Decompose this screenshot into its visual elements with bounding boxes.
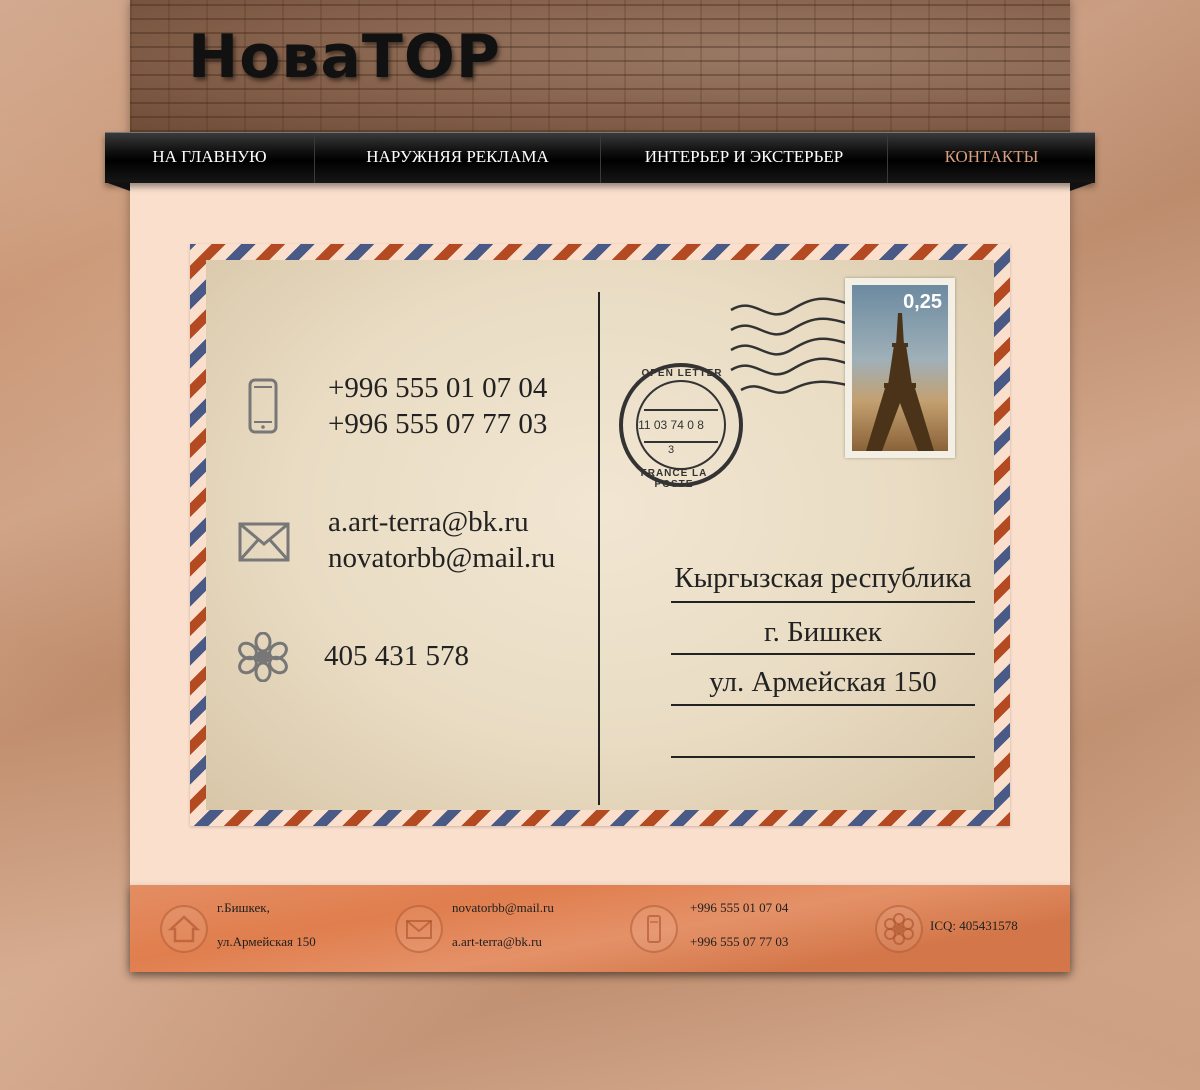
address-city: г. Бишкек bbox=[764, 616, 882, 648]
postmark-bottom-text: FRANCE LA POSTE bbox=[640, 468, 708, 490]
phone-number-2[interactable]: +996 555 07 77 03 bbox=[328, 406, 547, 442]
postmark-top-text: OPEN LETTER bbox=[641, 368, 723, 379]
nav-item-outdoor-ads[interactable]: НАРУЖНЯЯ РЕКЛАМА bbox=[315, 133, 601, 183]
site-logo[interactable]: НоваТОР bbox=[188, 22, 501, 92]
postmark-number: 3 bbox=[667, 444, 675, 456]
icq-number[interactable]: 405 431 578 bbox=[324, 638, 469, 674]
postage-stamp: 0,25 bbox=[845, 278, 955, 458]
footer-icq-icon bbox=[875, 905, 923, 953]
postcard-divider bbox=[598, 292, 600, 805]
footer-email-1[interactable]: novatorbb@mail.ru bbox=[452, 900, 554, 916]
nav-fold-right bbox=[1070, 182, 1095, 191]
footer-address-line1: г.Бишкек, bbox=[217, 900, 270, 915]
nav-item-interior-exterior[interactable]: ИНТЕРЬЕР И ЭКСТЕРЬЕР bbox=[601, 133, 888, 183]
footer: г.Бишкек, ул.Армейская 150 novatorbb@mai… bbox=[130, 885, 1070, 972]
address-line-2 bbox=[671, 653, 975, 655]
postcard: +996 555 01 07 04 +996 555 07 77 03 a.ar… bbox=[190, 244, 1010, 826]
phone-icon bbox=[248, 378, 278, 434]
footer-envelope-icon bbox=[395, 905, 443, 953]
header-banner: НоваТОР bbox=[130, 0, 1070, 132]
footer-home-icon bbox=[160, 905, 208, 953]
postmark-date: 11 03 74 0 8 bbox=[638, 418, 704, 432]
footer-phone-icon bbox=[630, 905, 678, 953]
phone-number-1[interactable]: +996 555 01 07 04 bbox=[328, 370, 547, 406]
address-line-3 bbox=[671, 704, 975, 706]
footer-phone-2[interactable]: +996 555 07 77 03 bbox=[690, 934, 788, 950]
main-nav: НА ГЛАВНУЮ НАРУЖНЯЯ РЕКЛАМА ИНТЕРЬЕР И Э… bbox=[105, 132, 1095, 183]
footer-address-line2: ул.Армейская 150 bbox=[217, 934, 316, 949]
address-line-1 bbox=[671, 601, 975, 603]
icq-flower-icon bbox=[238, 632, 288, 682]
nav-item-contacts[interactable]: КОНТАКТЫ bbox=[888, 133, 1095, 183]
envelope-icon bbox=[238, 522, 290, 562]
address-street: ул. Армейская 150 bbox=[709, 666, 937, 698]
footer-icq: ICQ: 405431578 bbox=[930, 918, 1018, 933]
nav-item-home[interactable]: НА ГЛАВНУЮ bbox=[105, 133, 315, 183]
address-line-4 bbox=[671, 756, 975, 758]
postcard-body: +996 555 01 07 04 +996 555 07 77 03 a.ar… bbox=[206, 260, 994, 810]
footer-email-2[interactable]: a.art-terra@bk.ru bbox=[452, 934, 542, 950]
email-1[interactable]: a.art-terra@bk.ru bbox=[328, 504, 529, 540]
nav-fold-left bbox=[105, 182, 130, 191]
footer-phone-1[interactable]: +996 555 01 07 04 bbox=[690, 900, 788, 916]
stamp-value: 0,25 bbox=[903, 291, 942, 313]
email-2[interactable]: novatorbb@mail.ru bbox=[328, 540, 555, 576]
address-country: Кыргызская республика bbox=[674, 562, 972, 594]
